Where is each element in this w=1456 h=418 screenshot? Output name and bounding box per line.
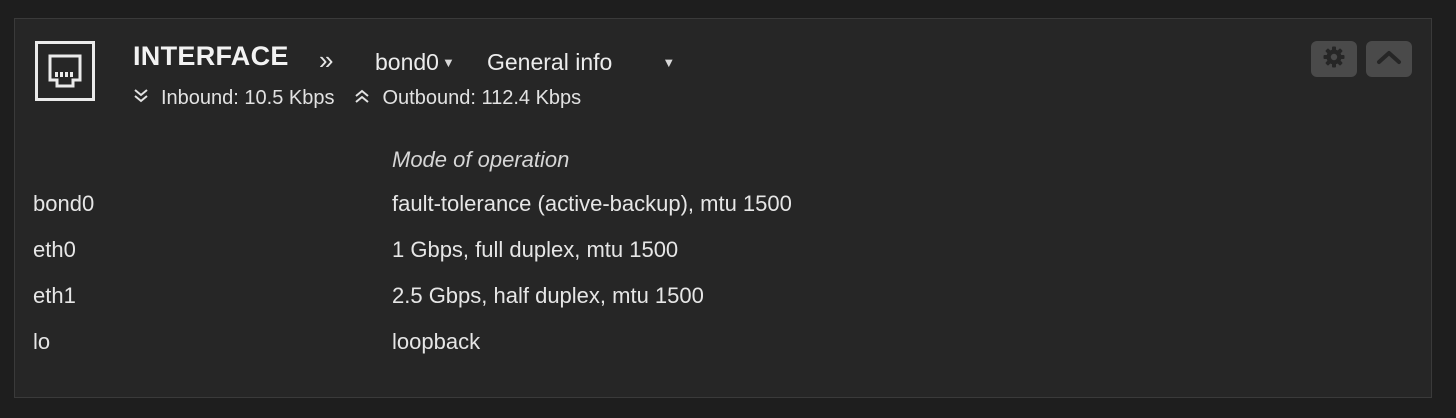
widget-title: INTERFACE [133, 41, 289, 71]
settings-button[interactable] [1311, 41, 1357, 77]
ethernet-port-icon [35, 41, 95, 101]
inbound-rate: Inbound: 10.5 Kbps [161, 87, 335, 109]
caret-down-icon: ▼ [662, 55, 676, 70]
view-select-value: General info [487, 49, 613, 75]
interface-mode: loopback [392, 329, 481, 354]
gear-icon [1322, 45, 1346, 74]
collapse-button[interactable] [1366, 41, 1412, 77]
breadcrumb-separator: » [319, 45, 334, 75]
interface-mode: 2.5 Gbps, half duplex, mtu 1500 [392, 283, 704, 308]
interface-select-value: bond0 [375, 49, 439, 75]
interface-name: eth0 [33, 237, 76, 262]
interface-widget: INTERFACE » bond0 ▼ General info ▼ Inbou… [14, 18, 1432, 398]
interface-select[interactable]: bond0 ▼ [375, 49, 455, 76]
interface-name: eth1 [33, 283, 76, 308]
interface-name: bond0 [33, 191, 95, 216]
view-select[interactable]: General info ▼ [487, 49, 675, 76]
chevron-up-icon [1376, 48, 1402, 71]
double-chevron-down-icon [133, 87, 149, 110]
mode-column-header: Mode of operation [392, 147, 570, 172]
double-chevron-up-icon [354, 87, 370, 110]
table-row: bond0 fault-tolerance (active-backup), m… [33, 191, 1413, 221]
table-row: eth1 2.5 Gbps, half duplex, mtu 1500 [33, 283, 1413, 313]
interface-mode: fault-tolerance (active-backup), mtu 150… [392, 191, 792, 216]
interface-mode: 1 Gbps, full duplex, mtu 1500 [392, 237, 679, 262]
table-row: eth0 1 Gbps, full duplex, mtu 1500 [33, 237, 1413, 267]
traffic-rates: Inbound: 10.5 Kbps Outbound: 112.4 Kbps [133, 87, 581, 110]
interface-name: lo [33, 329, 51, 354]
outbound-rate: Outbound: 112.4 Kbps [382, 87, 582, 109]
caret-down-icon: ▼ [441, 55, 455, 70]
table-row: lo loopback [33, 329, 1413, 359]
